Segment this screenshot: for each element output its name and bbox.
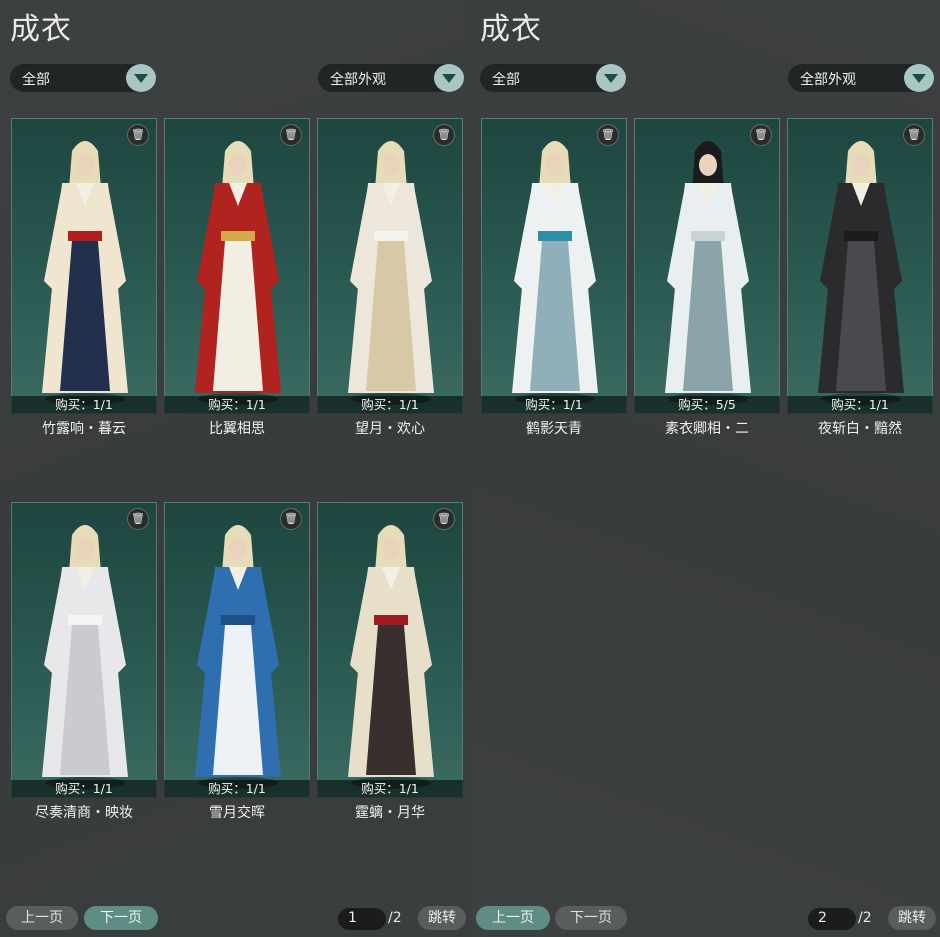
character-figure — [665, 141, 751, 405]
outfit-name: 雪月交晖 — [209, 805, 265, 821]
page-total: /2 — [388, 910, 402, 926]
jump-button[interactable]: 跳转 — [418, 906, 466, 930]
purchase-count: 购买：1/1 — [317, 780, 463, 798]
jump-button[interactable]: 跳转 — [888, 906, 936, 930]
category-dropdown[interactable]: 全部 — [10, 64, 156, 92]
category-dropdown-label: 全部 — [492, 72, 520, 88]
outfit-preview — [164, 502, 310, 798]
character-figure — [348, 141, 434, 405]
prev-page-button[interactable]: 上一页 — [6, 906, 78, 930]
outfit-card[interactable]: 🗑 购买：1/1 夜斩白・黯然 — [787, 118, 933, 437]
character-figure — [195, 141, 281, 405]
outfit-card[interactable]: 🗑 购买：1/1 比翼相思 — [164, 118, 310, 437]
category-dropdown[interactable]: 全部 — [480, 64, 626, 92]
purchase-count: 购买：1/1 — [481, 396, 627, 414]
trash-icon[interactable]: 🗑 — [433, 124, 455, 146]
character-figure — [42, 141, 128, 405]
page-title: 成衣 — [10, 12, 72, 47]
character-figure — [348, 525, 434, 789]
outfit-preview — [787, 118, 933, 414]
outfit-name: 夜斩白・黯然 — [818, 421, 902, 437]
next-page-button[interactable]: 下一页 — [555, 906, 627, 930]
outfit-name: 霆螭・月华 — [355, 805, 425, 821]
chevron-down-icon[interactable] — [434, 64, 464, 92]
purchase-count: 购买：5/5 — [634, 396, 780, 414]
character-figure — [818, 141, 904, 405]
trash-icon[interactable]: 🗑 — [597, 124, 619, 146]
outfit-card[interactable]: 🗑 购买：1/1 雪月交晖 — [164, 502, 310, 821]
outfit-preview — [11, 502, 157, 798]
appearance-dropdown[interactable]: 全部外观 — [788, 64, 934, 92]
outfit-name: 尽奏清商・映妆 — [35, 805, 133, 821]
trash-icon[interactable]: 🗑 — [750, 124, 772, 146]
outfit-preview — [164, 118, 310, 414]
trash-icon[interactable]: 🗑 — [903, 124, 925, 146]
appearance-dropdown-label: 全部外观 — [330, 72, 386, 88]
purchase-count: 购买：1/1 — [164, 396, 310, 414]
appearance-dropdown-label: 全部外观 — [800, 72, 856, 88]
left-panel: 成衣 全部 全部外观 🗑 购买：1/1 竹露响・暮云 🗑 购买：1/1 比翼相思… — [0, 0, 470, 937]
outfit-name: 鹤影天青 — [526, 421, 582, 437]
chevron-down-icon[interactable] — [126, 64, 156, 92]
outfit-card[interactable]: 🗑 购买：1/1 望月・欢心 — [317, 118, 463, 437]
purchase-count: 购买：1/1 — [11, 780, 157, 798]
outfit-name: 比翼相思 — [209, 421, 265, 437]
outfit-preview — [634, 118, 780, 414]
page-total: /2 — [858, 910, 872, 926]
outfit-name: 望月・欢心 — [355, 421, 425, 437]
outfit-card[interactable]: 🗑 购买：1/1 尽奏清商・映妆 — [11, 502, 157, 821]
trash-icon[interactable]: 🗑 — [280, 124, 302, 146]
page-number-input[interactable]: 1 — [338, 908, 386, 930]
category-dropdown-label: 全部 — [22, 72, 50, 88]
trash-icon[interactable]: 🗑 — [433, 508, 455, 530]
character-figure — [42, 525, 128, 789]
page-number-input[interactable]: 2 — [808, 908, 856, 930]
trash-icon[interactable]: 🗑 — [127, 124, 149, 146]
character-figure — [195, 525, 281, 789]
page-number-value: 2 — [818, 910, 827, 926]
prev-page-button[interactable]: 上一页 — [476, 906, 550, 930]
purchase-count: 购买：1/1 — [317, 396, 463, 414]
outfit-card[interactable]: 🗑 购买：5/5 素衣卿相・二 — [634, 118, 780, 437]
purchase-count: 购买：1/1 — [787, 396, 933, 414]
trash-icon[interactable]: 🗑 — [127, 508, 149, 530]
outfit-preview — [317, 118, 463, 414]
outfit-name: 竹露响・暮云 — [42, 421, 126, 437]
outfit-card[interactable]: 🗑 购买：1/1 竹露响・暮云 — [11, 118, 157, 437]
outfit-preview — [481, 118, 627, 414]
outfit-card[interactable]: 🗑 购买：1/1 鹤影天青 — [481, 118, 627, 437]
chevron-down-icon[interactable] — [904, 64, 934, 92]
trash-icon[interactable]: 🗑 — [280, 508, 302, 530]
character-figure — [512, 141, 598, 405]
outfit-preview — [11, 118, 157, 414]
purchase-count: 购买：1/1 — [164, 780, 310, 798]
chevron-down-icon[interactable] — [596, 64, 626, 92]
page-number-value: 1 — [348, 910, 357, 926]
page-title: 成衣 — [480, 12, 542, 47]
outfit-name: 素衣卿相・二 — [665, 421, 749, 437]
next-page-button[interactable]: 下一页 — [84, 906, 158, 930]
outfit-preview — [317, 502, 463, 798]
purchase-count: 购买：1/1 — [11, 396, 157, 414]
appearance-dropdown[interactable]: 全部外观 — [318, 64, 464, 92]
right-panel: 成衣 全部 全部外观 🗑 购买：1/1 鹤影天青 🗑 购买：5/5 素衣卿相・二… — [470, 0, 940, 937]
outfit-card[interactable]: 🗑 购买：1/1 霆螭・月华 — [317, 502, 463, 821]
